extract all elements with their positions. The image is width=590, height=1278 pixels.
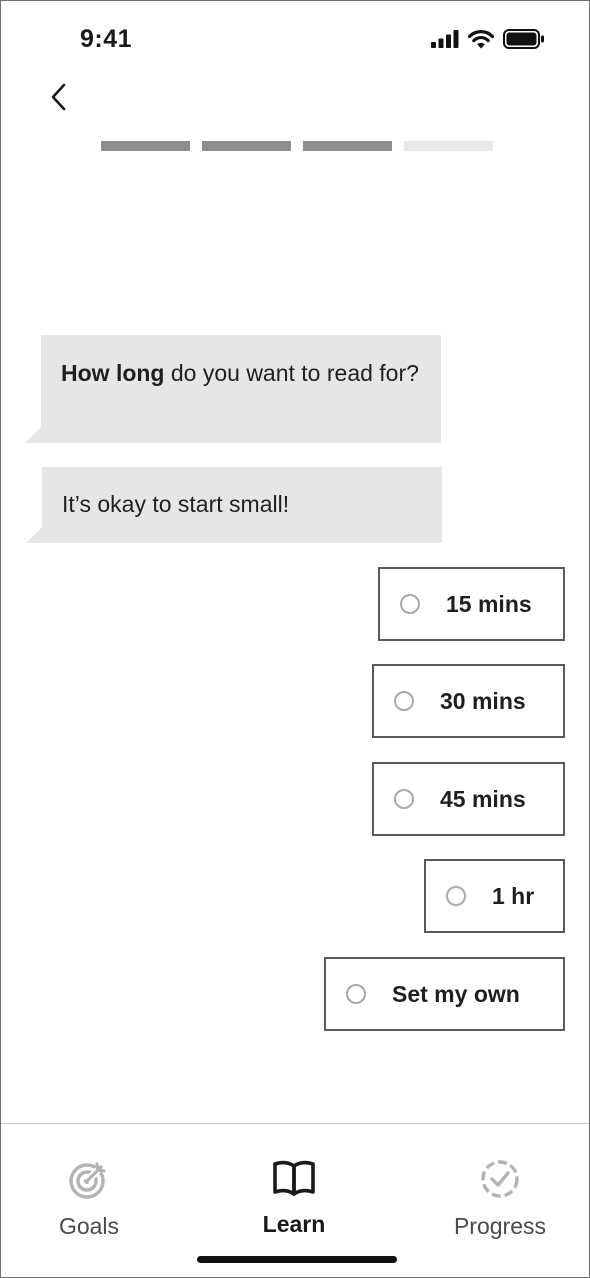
progress-segment bbox=[303, 141, 392, 151]
progress-segment bbox=[202, 141, 291, 151]
question-bubble: How long do you want to read for? bbox=[25, 335, 441, 443]
battery-icon bbox=[503, 29, 545, 54]
radio-icon bbox=[400, 594, 420, 614]
option-45-mins[interactable]: 45 mins bbox=[372, 762, 565, 836]
progress-segment bbox=[404, 141, 493, 151]
back-button[interactable] bbox=[41, 81, 77, 117]
radio-icon bbox=[446, 886, 466, 906]
encouragement-text: It’s okay to start small! bbox=[62, 491, 290, 517]
option-label: Set my own bbox=[392, 980, 520, 1007]
option-15-mins[interactable]: 15 mins bbox=[378, 567, 565, 641]
question-emphasis: How long bbox=[61, 360, 165, 386]
tab-learn[interactable]: Learn bbox=[259, 1158, 329, 1238]
tab-bar: Goals Learn Progress bbox=[1, 1123, 589, 1277]
tab-goals[interactable]: Goals bbox=[57, 1158, 121, 1240]
progress-segment bbox=[101, 141, 190, 151]
book-icon bbox=[272, 1158, 316, 1203]
question-text: do you want to read for? bbox=[164, 360, 419, 386]
option-label: 45 mins bbox=[440, 785, 526, 812]
status-icons bbox=[431, 29, 545, 54]
status-time: 9:41 bbox=[80, 25, 133, 53]
wifi-icon bbox=[467, 29, 495, 54]
option-30-mins[interactable]: 30 mins bbox=[372, 664, 565, 738]
check-circle-icon bbox=[479, 1158, 521, 1205]
home-indicator bbox=[197, 1256, 397, 1263]
tab-progress-label: Progress bbox=[453, 1213, 547, 1239]
option-label: 1 hr bbox=[492, 882, 535, 909]
radio-icon bbox=[394, 789, 414, 809]
option-set-my-own[interactable]: Set my own bbox=[324, 957, 565, 1031]
radio-icon bbox=[346, 984, 366, 1004]
option-1-hr[interactable]: 1 hr bbox=[424, 859, 565, 933]
tab-progress[interactable]: Progress bbox=[449, 1158, 551, 1240]
radio-icon bbox=[394, 691, 414, 711]
option-label: 15 mins bbox=[446, 590, 532, 617]
option-label: 30 mins bbox=[440, 687, 526, 714]
step-progress bbox=[101, 141, 493, 151]
back-chevron-icon bbox=[49, 82, 69, 117]
tab-goals-label: Goals bbox=[58, 1213, 120, 1239]
tab-learn-label: Learn bbox=[262, 1211, 326, 1237]
phone-screen: 9:41 How long do you want to read for? I… bbox=[0, 0, 590, 1278]
signal-icon bbox=[431, 30, 459, 53]
target-icon bbox=[68, 1158, 110, 1205]
encouragement-bubble: It’s okay to start small! bbox=[26, 467, 442, 543]
